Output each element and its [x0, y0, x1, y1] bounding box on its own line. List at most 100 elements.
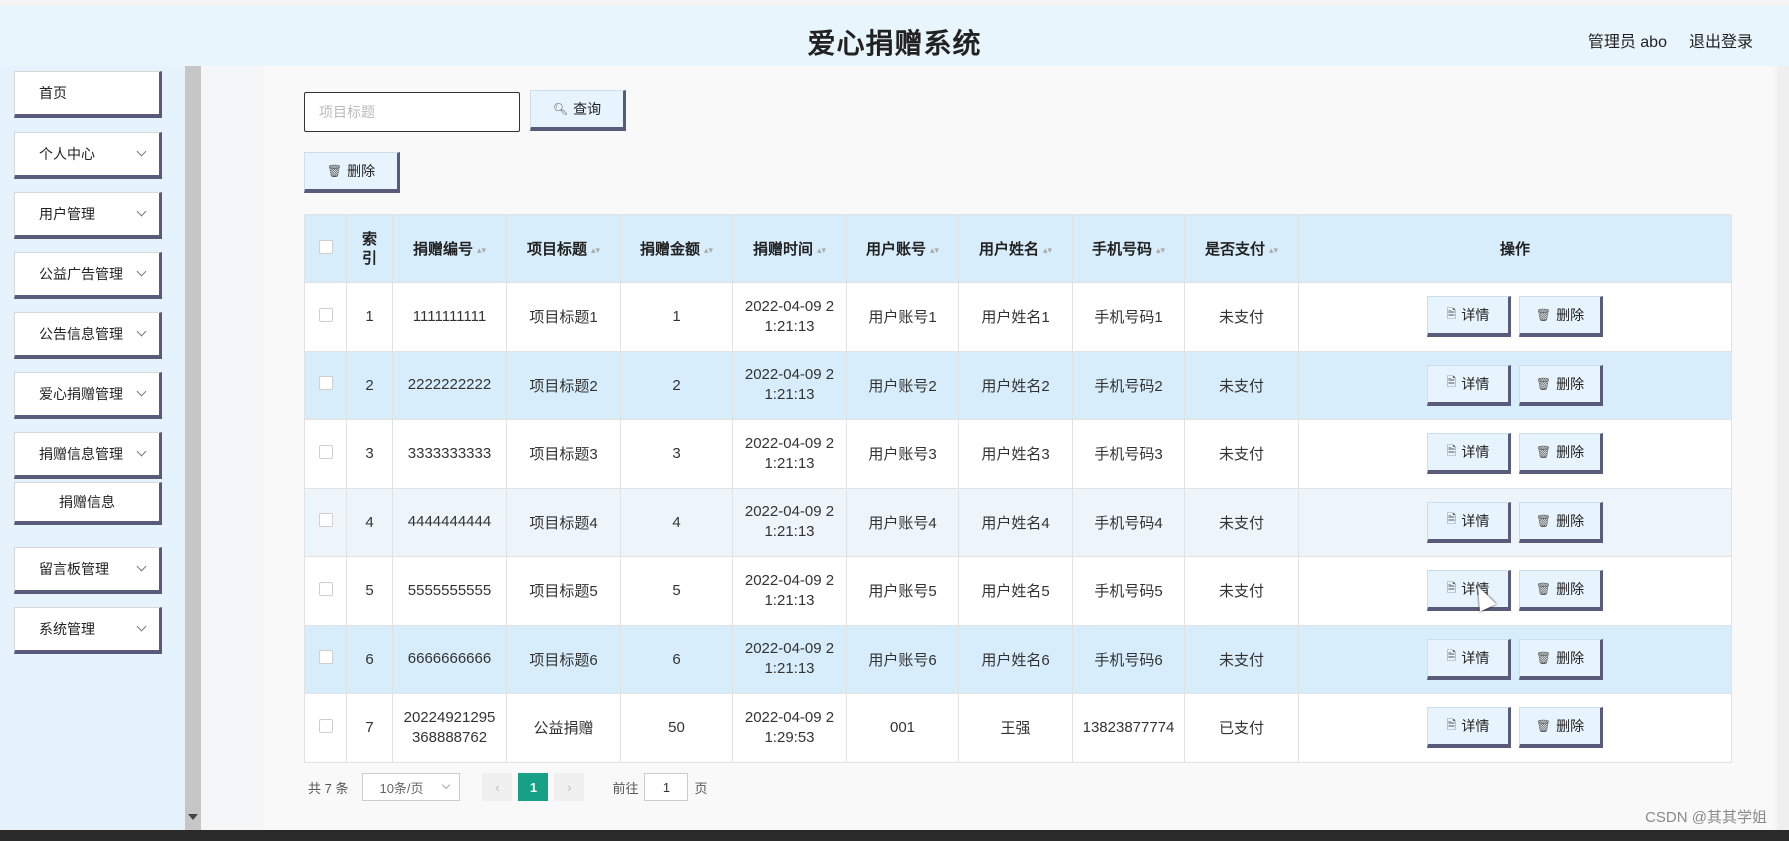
cell-name: 王强 [958, 693, 1073, 763]
col-phone[interactable]: 手机号码 ▴▾ [1072, 214, 1185, 283]
detail-button[interactable]: 🗎︎ 详情 [1427, 638, 1511, 680]
table-row[interactable]: 1 1111111111 项目标题1 1 2022-04-09 21:21:13 用户账号… [304, 282, 1732, 352]
cell-phone: 手机号码3 [1072, 419, 1185, 489]
col-project[interactable]: 项目标题 ▴▾ [506, 214, 621, 283]
sidebar-item-label: 捐赠信息管理 [39, 446, 123, 462]
select-all-checkbox[interactable] [318, 239, 333, 254]
row-checkbox[interactable] [318, 376, 333, 391]
sidebar-item[interactable]: 捐赠信息 [14, 482, 162, 525]
trash-icon: 🗑︎ [1535, 650, 1552, 665]
goto-prefix: 前往 [612, 780, 639, 796]
cell-donation-no: 3333333333 [392, 419, 507, 489]
delete-button[interactable]: 🗑︎ 删除 [1519, 707, 1603, 749]
sort-icon[interactable]: ▴▾ [591, 245, 600, 256]
row-checkbox-cell[interactable] [304, 693, 347, 763]
row-checkbox[interactable] [318, 513, 333, 528]
goto-page-input[interactable]: 1 [644, 773, 689, 801]
sidebar-item[interactable]: 公告信息管理 [14, 312, 162, 359]
admin-label[interactable]: 管理员 abo [1588, 28, 1667, 52]
row-checkbox-cell[interactable] [304, 282, 347, 352]
sidebar-scrollbar[interactable] [185, 66, 201, 830]
row-checkbox-cell[interactable] [304, 624, 347, 694]
delete-button[interactable]: 🗑︎ 删除 [1519, 501, 1603, 543]
sidebar-item[interactable]: 用户管理 [14, 192, 162, 239]
cell-amount: 2 [620, 350, 733, 420]
delete-button[interactable]: 🗑︎ 删除 [1519, 638, 1603, 680]
cell-amount: 5 [620, 556, 733, 626]
sort-icon[interactable]: ▴▾ [930, 245, 939, 256]
row-checkbox[interactable] [318, 718, 333, 733]
sidebar-item[interactable]: 首页 [14, 71, 162, 118]
row-checkbox-cell[interactable] [304, 419, 347, 489]
pagination: 共 7 条 10条/页 ‹ 1 › 前往 1 页 [308, 773, 708, 801]
detail-button[interactable]: 🗎︎ 详情 [1427, 433, 1511, 475]
sidebar-item[interactable]: 爱心捐赠管理 [14, 372, 162, 419]
detail-button[interactable]: 🗎︎ 详情 [1427, 707, 1511, 749]
cell-phone: 手机号码2 [1072, 350, 1185, 420]
top-header: 爱心捐赠系统 管理员 abo 退出登录 [0, 0, 1789, 66]
sidebar-item[interactable]: 系统管理 [14, 607, 162, 654]
main-content: 项目标题 🔍︎ 查询 🗑︎ 删除 索引 捐赠编号 ▴▾ 项目标题 ▴▾ 捐赠金额 ▴▾… [264, 66, 1774, 830]
detail-button-label: 详情 [1461, 718, 1490, 735]
header-checkbox-cell[interactable] [304, 214, 347, 283]
detail-button[interactable]: 🗎︎ 详情 [1427, 501, 1511, 543]
col-account[interactable]: 用户账号 ▴▾ [846, 214, 959, 283]
chevron-down-icon [136, 206, 147, 217]
page-number[interactable]: 1 [518, 773, 549, 801]
sort-icon[interactable]: ▴▾ [1156, 245, 1165, 256]
detail-button[interactable]: 🗎︎ 详情 [1427, 364, 1511, 406]
col-donation-no[interactable]: 捐赠编号 ▴▾ [392, 214, 507, 283]
scroll-down-arrow-icon[interactable] [188, 814, 198, 820]
prev-page-button[interactable]: ‹ [482, 773, 513, 801]
cell-account: 用户账号3 [846, 419, 959, 489]
delete-button[interactable]: 🗑︎ 删除 [1519, 570, 1603, 612]
logout-link[interactable]: 退出登录 [1689, 28, 1753, 52]
search-button[interactable]: 🔍︎ 查询 [530, 90, 626, 131]
search-input[interactable]: 项目标题 [304, 92, 520, 132]
sort-icon[interactable]: ▴▾ [817, 245, 826, 256]
row-checkbox-cell[interactable] [304, 556, 347, 626]
sidebar-item[interactable]: 捐赠信息管理 [14, 432, 162, 479]
page-size-select[interactable]: 10条/页 [362, 773, 461, 801]
trash-icon: 🗑︎ [1535, 719, 1552, 734]
sort-icon[interactable]: ▴▾ [704, 245, 713, 256]
row-checkbox-cell[interactable] [304, 487, 347, 557]
batch-delete-button[interactable]: 🗑︎ 删除 [304, 152, 400, 193]
row-checkbox[interactable] [318, 581, 333, 596]
sort-icon[interactable]: ▴▾ [1043, 245, 1052, 256]
sort-icon[interactable]: ▴▾ [1269, 245, 1278, 256]
table-row[interactable]: 5 5555555555 项目标题5 5 2022-04-09 21:21:13 用户账号… [304, 556, 1732, 626]
table-row[interactable]: 7 20224921295368888762 公益捐赠 50 2022-04-09 21… [304, 693, 1732, 763]
cell-phone: 手机号码4 [1072, 487, 1185, 557]
cell-paid: 未支付 [1184, 282, 1299, 352]
col-time[interactable]: 捐赠时间 ▴▾ [732, 214, 847, 283]
detail-button[interactable]: 🗎︎ 详情 [1427, 570, 1511, 612]
delete-button-label: 删除 [1556, 444, 1585, 461]
table-row[interactable]: 3 3333333333 项目标题3 3 2022-04-09 21:21:13 用户账号… [304, 419, 1732, 489]
sort-icon[interactable]: ▴▾ [477, 245, 486, 256]
delete-button[interactable]: 🗑︎ 删除 [1519, 296, 1603, 338]
row-checkbox[interactable] [318, 444, 333, 459]
col-name[interactable]: 用户姓名 ▴▾ [958, 214, 1073, 283]
row-checkbox[interactable] [318, 307, 333, 322]
cell-name: 用户姓名6 [958, 624, 1073, 694]
col-paid[interactable]: 是否支付 ▴▾ [1184, 214, 1299, 283]
delete-button[interactable]: 🗑︎ 删除 [1519, 433, 1603, 475]
next-page-button[interactable]: › [554, 773, 585, 801]
detail-button[interactable]: 🗎︎ 详情 [1427, 296, 1511, 338]
row-checkbox[interactable] [318, 650, 333, 665]
col-amount[interactable]: 捐赠金额 ▴▾ [620, 214, 733, 283]
cell-index: 2 [346, 350, 393, 420]
cell-project: 项目标题5 [506, 556, 621, 626]
page-scrollbar[interactable] [1777, 66, 1789, 830]
table-row[interactable]: 2 2222222222 项目标题2 2 2022-04-09 21:21:13 用户账号… [304, 350, 1732, 420]
sidebar-item[interactable]: 个人中心 [14, 132, 162, 179]
chevron-down-icon [136, 621, 147, 632]
sidebar-item[interactable]: 留言板管理 [14, 547, 162, 594]
table-header-row: 索引 捐赠编号 ▴▾ 项目标题 ▴▾ 捐赠金额 ▴▾ 捐赠时间 ▴▾ 用户账号 ▴▾ 用户… [304, 214, 1732, 283]
table-row[interactable]: 6 6666666666 项目标题6 6 2022-04-09 21:21:13 用户账号… [304, 624, 1732, 694]
row-checkbox-cell[interactable] [304, 350, 347, 420]
sidebar-item[interactable]: 公益广告管理 [14, 252, 162, 299]
delete-button[interactable]: 🗑︎ 删除 [1519, 364, 1603, 406]
table-row[interactable]: 4 4444444444 项目标题4 4 2022-04-09 21:21:13 用户账号… [304, 487, 1732, 557]
